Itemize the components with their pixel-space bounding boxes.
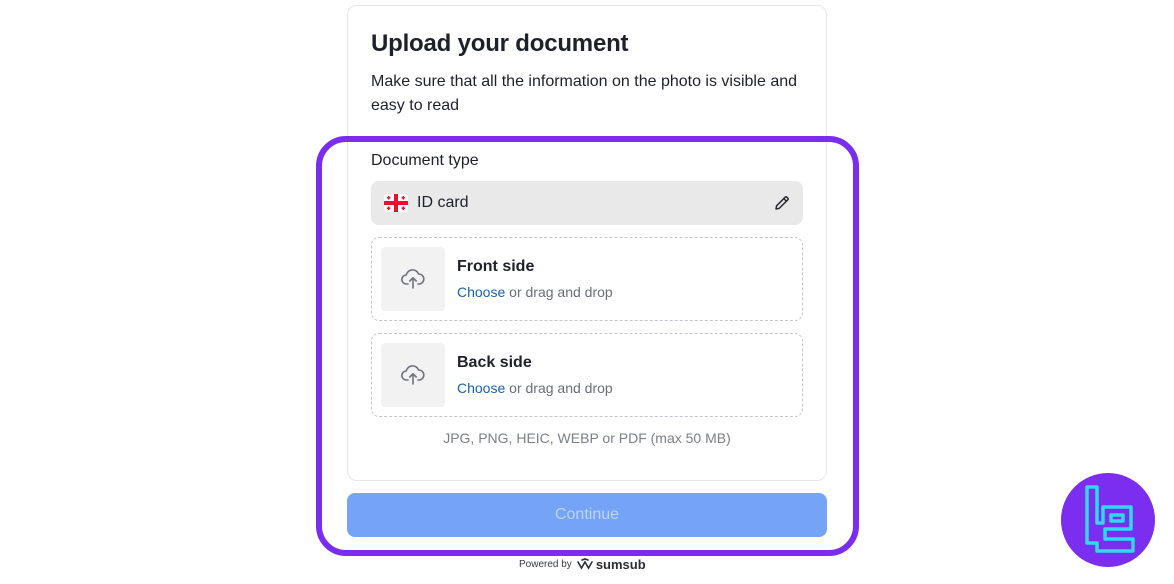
document-type-value: ID card xyxy=(417,194,469,211)
powered-by-footer: Powered by sumsub xyxy=(519,556,646,572)
continue-button[interactable]: Continue xyxy=(347,493,827,537)
back-side-title: Back side xyxy=(457,354,532,371)
front-side-title: Front side xyxy=(457,258,535,275)
document-type-select[interactable]: ID card xyxy=(371,181,803,225)
front-side-dropzone[interactable]: Front side Choose or drag and drop xyxy=(371,237,803,321)
powered-by-text: Powered by xyxy=(519,558,572,570)
page-title: Upload your document xyxy=(371,30,629,57)
drag-drop-text: or drag and drop xyxy=(505,380,613,396)
sumsub-logo: sumsub xyxy=(577,557,646,572)
cloud-upload-icon xyxy=(381,343,445,407)
back-side-choose-link[interactable]: Choose xyxy=(457,380,505,396)
drag-drop-text: or drag and drop xyxy=(505,284,613,300)
document-type-label: Document type xyxy=(371,152,479,169)
front-side-hint: Choose or drag and drop xyxy=(457,284,613,300)
pencil-icon[interactable] xyxy=(773,194,791,212)
front-side-choose-link[interactable]: Choose xyxy=(457,284,505,300)
watermark-logo-icon xyxy=(1061,473,1155,567)
file-formats-note: JPG, PNG, HEIC, WEBP or PDF (max 50 MB) xyxy=(443,430,731,446)
back-side-dropzone[interactable]: Back side Choose or drag and drop xyxy=(371,333,803,417)
back-side-hint: Choose or drag and drop xyxy=(457,380,613,396)
georgia-flag-icon xyxy=(384,194,408,212)
brand-name: sumsub xyxy=(595,556,646,572)
cloud-upload-icon xyxy=(381,247,445,311)
page-subtitle: Make sure that all the information on th… xyxy=(371,73,798,114)
